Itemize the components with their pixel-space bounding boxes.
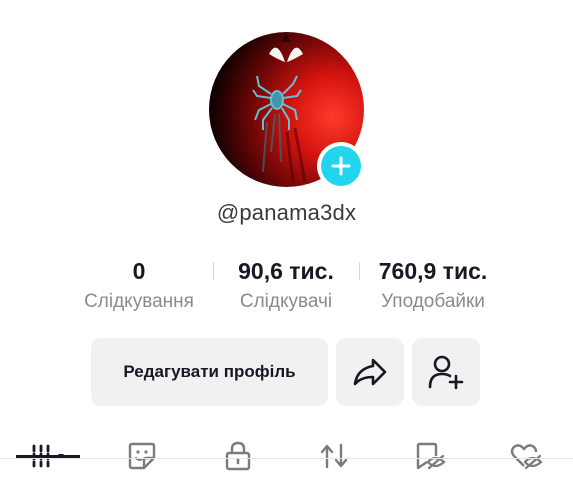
tabs-divider bbox=[0, 458, 573, 459]
tab-favorites[interactable] bbox=[398, 428, 462, 484]
tab-liked[interactable] bbox=[494, 428, 558, 484]
hidden-bookmark-icon bbox=[416, 442, 446, 470]
sticker-icon bbox=[128, 442, 156, 470]
plus-icon bbox=[331, 156, 351, 176]
following-count: 0 bbox=[132, 258, 146, 284]
likes-label: Уподобайки bbox=[381, 291, 485, 312]
share-profile-button[interactable] bbox=[336, 338, 404, 406]
followers-count: 90,6 тис. bbox=[238, 258, 334, 284]
lock-icon bbox=[225, 441, 251, 471]
share-arrow-icon bbox=[353, 358, 387, 386]
stat-followers[interactable]: 90,6 тис. Слідкувачі bbox=[226, 256, 346, 314]
add-friend-button[interactable] bbox=[412, 338, 480, 406]
followers-label: Слідкувачі bbox=[239, 291, 333, 312]
username: @panama3dx bbox=[216, 200, 357, 225]
stat-divider bbox=[359, 262, 360, 280]
profile-stats: 0 Слідкування 90,6 тис. Слідкувачі 760,9… bbox=[0, 256, 573, 326]
stat-likes[interactable]: 760,9 тис. Уподобайки bbox=[365, 256, 501, 314]
following-label: Слідкування bbox=[84, 291, 194, 312]
avatar-container[interactable] bbox=[209, 32, 365, 190]
add-avatar-button[interactable] bbox=[317, 142, 365, 190]
stat-following[interactable]: 0 Слідкування bbox=[79, 256, 199, 314]
likes-count: 760,9 тис. bbox=[378, 258, 488, 284]
tab-private[interactable] bbox=[206, 428, 270, 484]
tab-stickers[interactable] bbox=[110, 428, 174, 484]
stat-divider bbox=[213, 262, 214, 280]
repost-icon bbox=[320, 443, 348, 469]
hidden-heart-icon bbox=[510, 444, 543, 470]
edit-profile-button[interactable]: Редагувати профіль bbox=[91, 338, 328, 406]
active-tab-indicator bbox=[16, 455, 80, 458]
tab-reposts[interactable] bbox=[302, 428, 366, 484]
add-friend-icon bbox=[428, 355, 464, 390]
